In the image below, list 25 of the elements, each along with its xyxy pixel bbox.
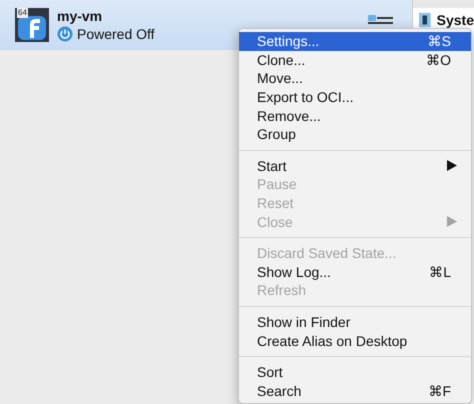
- menu-item[interactable]: Search ⌘F: [239, 382, 471, 400]
- menu-item[interactable]: Export to OCI...: [239, 88, 471, 106]
- shortcut-label: ⌘O: [426, 52, 451, 68]
- shortcut-label: ⌘S: [428, 33, 451, 50]
- menu-item[interactable]: Sort: [239, 362, 471, 382]
- menu-item[interactable]: Remove...: [239, 106, 471, 125]
- os-logo-icon: [15, 8, 49, 42]
- menu-item[interactable]: Clone... ⌘O: [239, 50, 471, 70]
- menu-item[interactable]: Group: [239, 124, 471, 144]
- vm-state: Powered Off: [77, 26, 155, 42]
- details-toggle-icon[interactable]: [368, 14, 394, 26]
- shortcut-label: ⌘L: [429, 264, 451, 280]
- power-icon: [57, 26, 73, 42]
- menu-item[interactable]: Create Alias on Desktop: [239, 331, 471, 350]
- system-icon: [419, 12, 431, 28]
- section-heading: Syste: [436, 12, 474, 28]
- menu-item[interactable]: Show Log... ⌘L: [239, 262, 471, 282]
- vm-name: my-vm: [57, 8, 104, 24]
- menu-item[interactable]: Show in Finder: [239, 312, 471, 332]
- menu-item[interactable]: Start: [239, 156, 471, 176]
- menu-item[interactable]: Move...: [239, 69, 471, 88]
- menu-item[interactable]: Settings... ⌘S: [239, 32, 471, 51]
- shortcut-label: ⌘F: [428, 382, 451, 399]
- arch-label: 64: [17, 8, 28, 18]
- header-bar: [413, 0, 474, 8]
